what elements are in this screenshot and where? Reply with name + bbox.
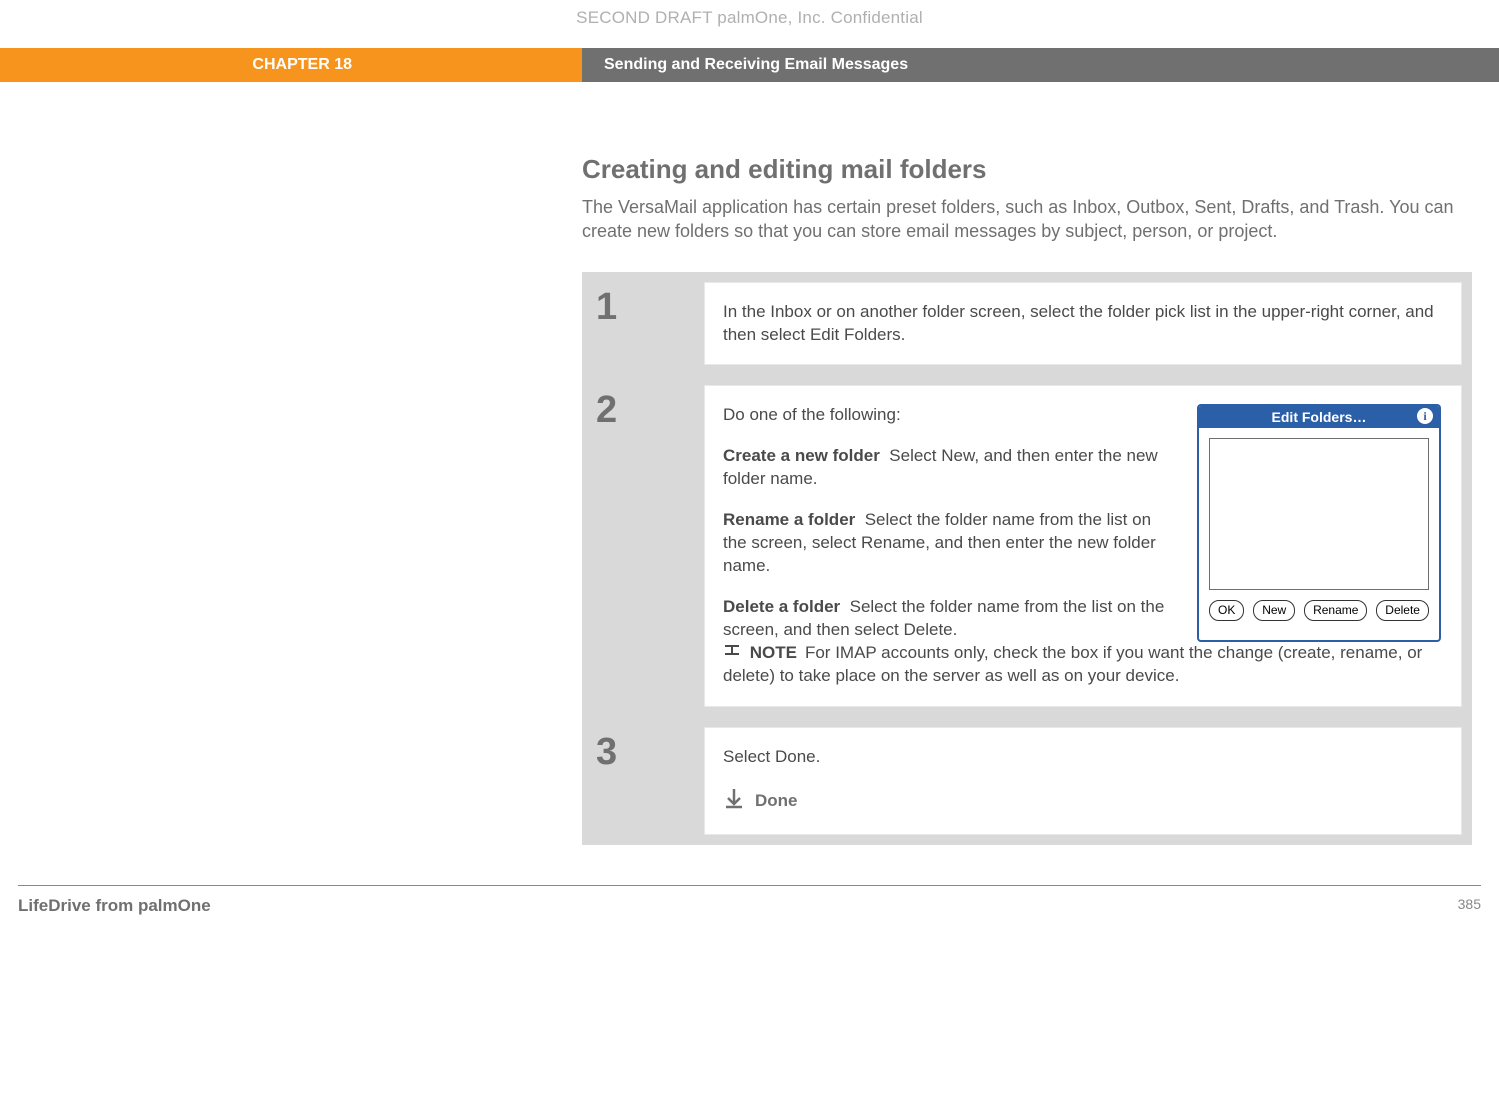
rename-button[interactable]: Rename bbox=[1304, 600, 1367, 620]
step-content: Select Done. Done bbox=[704, 727, 1462, 835]
page-footer: LifeDrive from palmOne 385 bbox=[18, 885, 1481, 956]
confidential-watermark: SECOND DRAFT palmOne, Inc. Confidential bbox=[0, 0, 1499, 48]
new-button[interactable]: New bbox=[1253, 600, 1295, 620]
page-body: Creating and editing mail folders The Ve… bbox=[582, 82, 1472, 845]
step-row: 2 Do one of the following: Create a new … bbox=[582, 375, 1472, 716]
option-label: Delete a folder bbox=[723, 597, 840, 616]
chapter-label: CHAPTER 18 bbox=[0, 48, 582, 82]
page-number: 385 bbox=[1458, 896, 1481, 916]
step-body-text: Select Done. bbox=[723, 746, 1441, 769]
note-label: NOTE bbox=[750, 643, 797, 662]
step-option: Delete a folder Select the folder name f… bbox=[723, 596, 1173, 642]
delete-button[interactable]: Delete bbox=[1376, 600, 1429, 620]
info-icon[interactable]: i bbox=[1417, 408, 1433, 424]
option-label: Rename a folder bbox=[723, 510, 855, 529]
note-icon bbox=[723, 642, 741, 665]
section-heading: Creating and editing mail folders bbox=[582, 154, 1472, 185]
dialog-titlebar: Edit Folders… i bbox=[1199, 406, 1439, 428]
folder-listbox[interactable] bbox=[1209, 438, 1429, 590]
note-line: NOTEFor IMAP accounts only, check the bo… bbox=[723, 642, 1441, 688]
step-row: 3 Select Done. Done bbox=[582, 717, 1472, 845]
step-number: 1 bbox=[582, 282, 704, 366]
dialog-button-row: OK New Rename Delete bbox=[1199, 600, 1439, 630]
step-intro: Do one of the following: bbox=[723, 404, 1173, 427]
done-row: Done bbox=[723, 787, 1441, 816]
section-lead: The VersaMail application has certain pr… bbox=[582, 195, 1472, 244]
product-name: LifeDrive from palmOne bbox=[18, 896, 211, 916]
step-body-text: In the Inbox or on another folder screen… bbox=[723, 301, 1441, 347]
step-option: Create a new folder Select New, and then… bbox=[723, 445, 1173, 491]
done-label: Done bbox=[755, 790, 798, 813]
ok-button[interactable]: OK bbox=[1209, 600, 1244, 620]
step-option: Rename a folder Select the folder name f… bbox=[723, 509, 1173, 578]
step-row: 1 In the Inbox or on another folder scre… bbox=[582, 272, 1472, 376]
chapter-header-bar: CHAPTER 18 Sending and Receiving Email M… bbox=[0, 48, 1499, 82]
edit-folders-dialog: Edit Folders… i OK New Rename Delete bbox=[1197, 404, 1441, 642]
option-label: Create a new folder bbox=[723, 446, 880, 465]
down-arrow-icon bbox=[723, 787, 745, 816]
note-text: For IMAP accounts only, check the box if… bbox=[723, 643, 1422, 685]
dialog-title: Edit Folders… bbox=[1272, 408, 1367, 427]
steps-container: 1 In the Inbox or on another folder scre… bbox=[582, 272, 1472, 845]
chapter-title: Sending and Receiving Email Messages bbox=[582, 48, 1499, 82]
step-content: In the Inbox or on another folder screen… bbox=[704, 282, 1462, 366]
step-content: Do one of the following: Create a new fo… bbox=[704, 385, 1462, 706]
step-number: 3 bbox=[582, 727, 704, 835]
step-number: 2 bbox=[582, 385, 704, 706]
